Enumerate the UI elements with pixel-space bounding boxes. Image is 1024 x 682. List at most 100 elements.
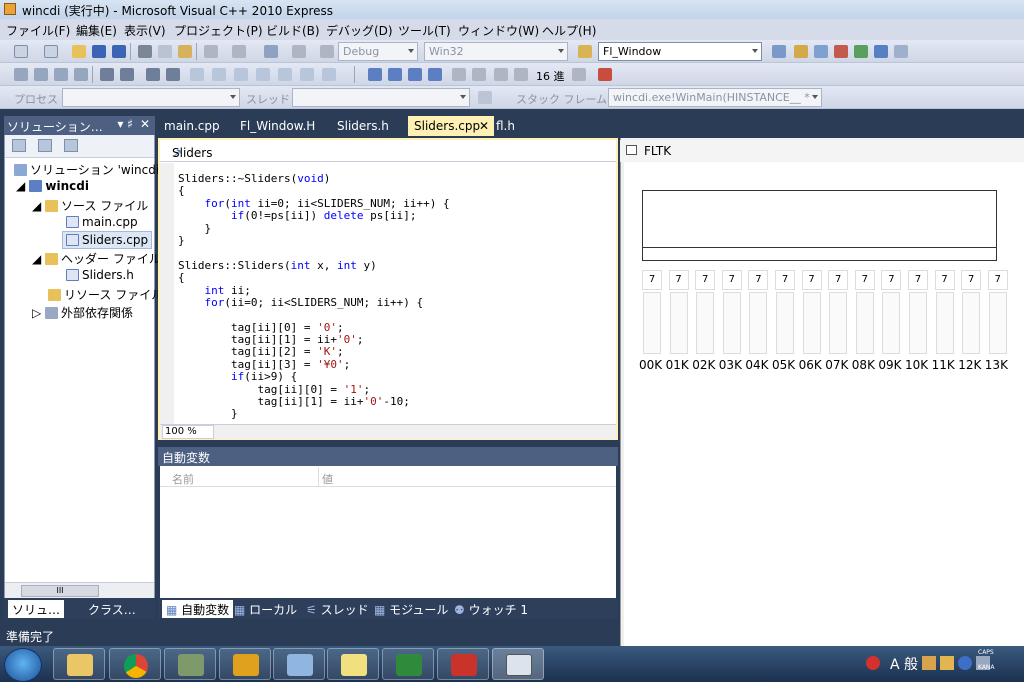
paste-icon[interactable] (178, 45, 192, 58)
code-line[interactable]: } (178, 234, 614, 247)
tree-project[interactable]: ◢ wincdi (16, 179, 89, 193)
debug-icon-1[interactable] (14, 68, 28, 81)
properties-icon[interactable] (12, 139, 26, 152)
continue-icon[interactable] (368, 68, 382, 81)
slider-track[interactable] (935, 292, 954, 354)
slider-12k[interactable]: 7 12K (958, 270, 981, 372)
bookmark-next-icon[interactable] (234, 68, 248, 81)
slider-03k[interactable]: 7 03K (719, 270, 742, 372)
tree-external-deps[interactable]: ▷ 外部依存関係 (32, 304, 133, 321)
taskbar-app-vcpp[interactable] (327, 648, 379, 680)
restart-icon[interactable] (428, 68, 442, 81)
slider-08k[interactable]: 7 08K (852, 270, 875, 372)
tray-icon-2[interactable] (940, 656, 954, 670)
slider-09k[interactable]: 7 09K (878, 270, 902, 372)
menu-file[interactable]: ファイル(F) (6, 22, 70, 39)
open-icon[interactable] (72, 45, 86, 58)
start-debug-icon[interactable] (320, 45, 334, 58)
toolbox-icon[interactable] (834, 45, 848, 58)
code-line[interactable]: if(0!=ps[ii]) delete ps[ii]; (178, 209, 614, 222)
threads-icon[interactable] (572, 68, 586, 81)
step-over-icon[interactable] (452, 68, 466, 81)
stackframe-select[interactable]: wincdi.exe!WinMain(HINSTANCE__ * (608, 88, 822, 107)
tab-class-view[interactable]: クラス… (84, 600, 140, 618)
platform-select[interactable]: Win32 (424, 42, 568, 61)
solution-explorer-icon[interactable] (794, 45, 808, 58)
slider-02k[interactable]: 7 02K (692, 270, 715, 372)
tree-source-folder[interactable]: ◢ ソース ファイル (32, 197, 148, 214)
add-item-icon[interactable] (44, 45, 58, 58)
save-all-icon[interactable] (112, 45, 126, 58)
slider-track[interactable] (669, 292, 688, 354)
code-line[interactable]: Sliders::~Sliders(void) (178, 173, 614, 185)
debug-icon-2[interactable] (34, 68, 48, 81)
flag-icon[interactable] (478, 91, 492, 104)
tab-fl-h[interactable]: fl.h (490, 116, 521, 136)
output-icon[interactable] (894, 45, 908, 58)
extension-icon[interactable] (874, 45, 888, 58)
slider-track[interactable] (722, 292, 741, 354)
slider-13k[interactable]: 7 13K (985, 270, 1008, 372)
bookmark-extra-icon[interactable] (322, 68, 336, 81)
redo-icon[interactable] (232, 45, 246, 58)
slider-00k[interactable]: 7 00K (639, 270, 662, 372)
tray-alert-icon[interactable] (866, 656, 880, 670)
menu-edit[interactable]: 編集(E) (76, 22, 117, 39)
cut-icon[interactable] (138, 45, 152, 58)
help-icon[interactable] (958, 656, 972, 670)
tab-watch-1[interactable]: ⚉ ウォッチ 1 (450, 600, 532, 618)
tab-autos[interactable]: ▦ 自動変数 (162, 600, 234, 618)
tab-sliders-cpp[interactable]: Sliders.cpp ✕ (408, 116, 494, 136)
code-line[interactable]: Sliders::Sliders(int x, int y) (178, 259, 614, 272)
bookmark-clear-icon[interactable] (278, 68, 292, 81)
tab-sliders-h[interactable]: Sliders.h (331, 116, 395, 136)
taskbar-app-monitor[interactable] (164, 648, 216, 680)
find-input[interactable]: Fl_Window (598, 42, 762, 61)
slider-track[interactable] (643, 292, 661, 354)
save-icon[interactable] (92, 45, 106, 58)
code-line[interactable]: for(ii=0; ii<SLIDERS_NUM; ii++) { (178, 296, 614, 309)
stop-debugging-icon[interactable] (408, 68, 422, 81)
menu-build[interactable]: ビルド(B) (266, 22, 320, 39)
slider-track[interactable] (962, 292, 981, 354)
slider-track[interactable] (882, 292, 901, 354)
uncomment-icon[interactable] (166, 68, 180, 81)
start-page-icon[interactable] (854, 45, 868, 58)
find-in-files-icon[interactable] (578, 45, 592, 58)
slider-11k[interactable]: 7 11K (932, 270, 955, 372)
slider-06k[interactable]: 7 06K (799, 270, 822, 372)
tab-threads[interactable]: ⚟ スレッド (302, 600, 373, 618)
code-line[interactable]: } (178, 408, 614, 420)
tree-file-sliders-cpp[interactable]: Sliders.cpp (62, 231, 153, 249)
code-text[interactable]: Sliders::~Sliders(void){ for(int ii=0; i… (178, 173, 614, 425)
bookmark-prev-icon[interactable] (212, 68, 226, 81)
menu-debug[interactable]: デバッグ(D) (326, 22, 393, 39)
refresh-icon[interactable] (64, 139, 78, 152)
navigate-icon[interactable] (264, 45, 278, 58)
slider-05k[interactable]: 7 05K (772, 270, 795, 372)
breakpoints-icon[interactable] (598, 68, 612, 81)
step-into-icon[interactable] (472, 68, 486, 81)
slider-track[interactable] (909, 292, 927, 354)
undo-icon[interactable] (204, 45, 218, 58)
slider-track[interactable] (696, 292, 715, 354)
slider-track[interactable] (829, 292, 848, 354)
slider-07k[interactable]: 7 07K (825, 270, 848, 372)
tab-locals[interactable]: ▦ ローカル (230, 600, 301, 618)
debug-icon-3[interactable] (54, 68, 68, 81)
new-project-icon[interactable] (14, 45, 28, 58)
properties-icon[interactable] (814, 45, 828, 58)
tab-fl-window-h[interactable]: Fl_Window.H (234, 116, 321, 136)
tree-resource-folder[interactable]: リソース ファイル (48, 286, 163, 303)
tree-solution[interactable]: ソリューション 'wincdi' (14, 161, 162, 178)
tab-solution-explorer[interactable]: ソリュ… (8, 600, 65, 618)
close-tab-icon[interactable]: ✕ (479, 119, 489, 133)
tab-main-cpp[interactable]: main.cpp (158, 116, 226, 136)
menu-help[interactable]: ヘルプ(H) (542, 22, 596, 39)
increase-indent-icon[interactable] (120, 68, 134, 81)
tree-header-folder[interactable]: ◢ ヘッダー ファイル (32, 250, 161, 267)
show-next-icon[interactable] (514, 68, 528, 81)
tree-file-sliders-h[interactable]: Sliders.h (66, 268, 134, 282)
slider-track[interactable] (988, 292, 1007, 354)
pin-icon[interactable]: ▾ ♯ (117, 117, 133, 131)
